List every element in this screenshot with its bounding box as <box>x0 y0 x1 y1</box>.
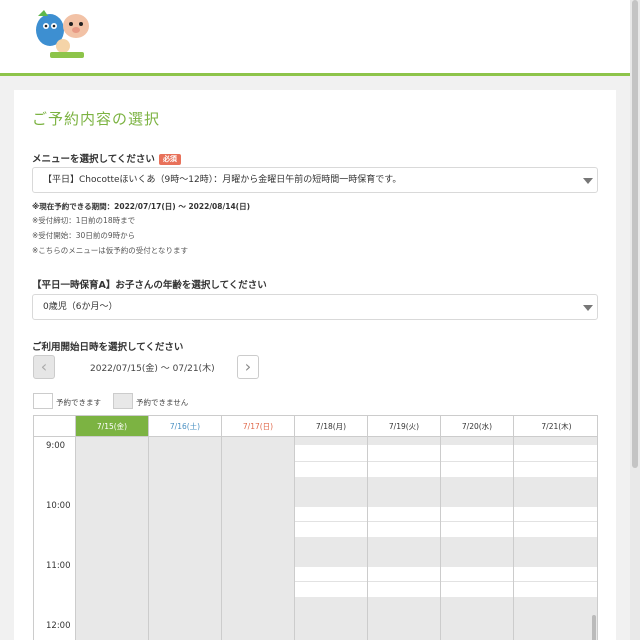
chevron-left-icon: ‹ <box>40 357 48 376</box>
mascot-logo[interactable] <box>30 8 96 60</box>
day-header-5[interactable]: 7/20(水) <box>441 416 514 437</box>
slot-divider <box>441 581 513 582</box>
slot-unavailable <box>368 537 440 567</box>
slot-unavailable <box>441 477 513 507</box>
day-header-3[interactable]: 7/18(月) <box>295 416 368 437</box>
day-column <box>514 437 597 640</box>
calendar-corner <box>34 416 76 437</box>
menu-note-period: ※現在予約できる期間：2022/07/17(日) 〜 2022/08/14(日) <box>32 202 251 211</box>
age-select-value: 0歳児（6か月〜） <box>43 302 118 312</box>
legend-unavailable-swatch <box>113 393 133 409</box>
slot-divider <box>441 461 513 462</box>
slot-unavailable <box>368 597 440 640</box>
menu-select-value: 【平日】Chocotteほいくあ（9時〜12時）：月曜から金曜日午前の短時間一時… <box>43 175 402 185</box>
slot-unavailable <box>295 477 367 507</box>
slot-unavailable <box>514 477 597 507</box>
slot-divider <box>295 581 367 582</box>
slot-divider <box>368 461 440 462</box>
required-badge: 必須 <box>158 154 181 165</box>
legend-unavailable-text: 予約できません <box>136 398 189 407</box>
time-label: 11:00 <box>46 561 71 571</box>
triangle-down-icon <box>583 305 593 311</box>
day-column-closed <box>149 437 222 640</box>
legend-available-swatch <box>33 393 53 409</box>
calendar-scrollbar[interactable] <box>591 437 597 640</box>
slot-divider <box>295 461 367 462</box>
slot-unavailable <box>368 437 440 445</box>
triangle-down-icon <box>583 178 593 184</box>
page-title: ご予約内容の選択 <box>32 110 161 128</box>
day-column <box>368 437 441 640</box>
time-label: 10:00 <box>46 501 71 511</box>
slot-unavailable <box>514 597 597 640</box>
calendar-scrollbar-thumb[interactable] <box>592 615 596 640</box>
menu-label-text: メニューを選択してください <box>32 154 155 165</box>
site-header <box>0 0 630 76</box>
day-column <box>295 437 368 640</box>
slot-divider <box>514 521 597 522</box>
date-range: 2022/07/15(金) 〜 07/21(木) <box>90 364 215 374</box>
menu-note-tentative: ※こちらのメニューは仮予約の受付となります <box>32 246 189 255</box>
slot-unavailable <box>295 597 367 640</box>
slot-divider <box>514 461 597 462</box>
slot-unavailable <box>441 537 513 567</box>
slot-unavailable <box>295 437 367 445</box>
menu-label: メニューを選択してください 必須 <box>32 151 181 165</box>
prev-week-button[interactable]: ‹ <box>33 355 55 379</box>
day-header-0[interactable]: 7/15(金) <box>76 416 149 437</box>
day-header-2[interactable]: 7/17(日) <box>222 416 295 437</box>
time-label: 9:00 <box>46 441 66 451</box>
age-label: 【平日一時保育A】お子さんの年齢を選択してください <box>32 280 267 291</box>
slot-unavailable <box>441 597 513 640</box>
page-scrollbar-thumb[interactable] <box>632 0 638 468</box>
slot-divider <box>441 521 513 522</box>
menu-select[interactable]: 【平日】Chocotteほいくあ（9時〜12時）：月曜から金曜日午前の短時間一時… <box>32 167 598 193</box>
menu-note-deadline: ※受付締切：1日前の18時まで <box>32 216 136 225</box>
slot-unavailable <box>514 437 597 445</box>
legend-available-text: 予約できます <box>56 398 101 407</box>
day-header-6[interactable]: 7/21(木) <box>514 416 597 437</box>
slot-unavailable <box>295 537 367 567</box>
booking-calendar: 7/15(金) 7/16(土) 7/17(日) 7/18(月) 7/19(火) … <box>33 415 598 640</box>
day-header-4[interactable]: 7/19(火) <box>368 416 441 437</box>
day-header-1[interactable]: 7/16(土) <box>149 416 222 437</box>
slot-unavailable <box>514 537 597 567</box>
slot-unavailable <box>441 437 513 445</box>
day-column-closed <box>222 437 295 640</box>
menu-note-start: ※受付開始：30日前の9時から <box>32 231 136 240</box>
day-column <box>441 437 514 640</box>
date-label: ご利用開始日時を選択してください <box>32 342 184 353</box>
chevron-right-icon: › <box>244 357 252 376</box>
time-column: 9:00 10:00 11:00 12:00 <box>34 437 76 640</box>
time-label: 12:00 <box>46 621 71 631</box>
slot-divider <box>514 581 597 582</box>
page-scrollbar[interactable] <box>630 0 640 640</box>
age-select[interactable]: 0歳児（6か月〜） <box>32 294 598 320</box>
slot-divider <box>368 581 440 582</box>
next-week-button[interactable]: › <box>237 355 259 379</box>
day-column-closed <box>76 437 149 640</box>
slot-divider <box>295 521 367 522</box>
slot-unavailable <box>368 477 440 507</box>
slot-divider <box>368 521 440 522</box>
